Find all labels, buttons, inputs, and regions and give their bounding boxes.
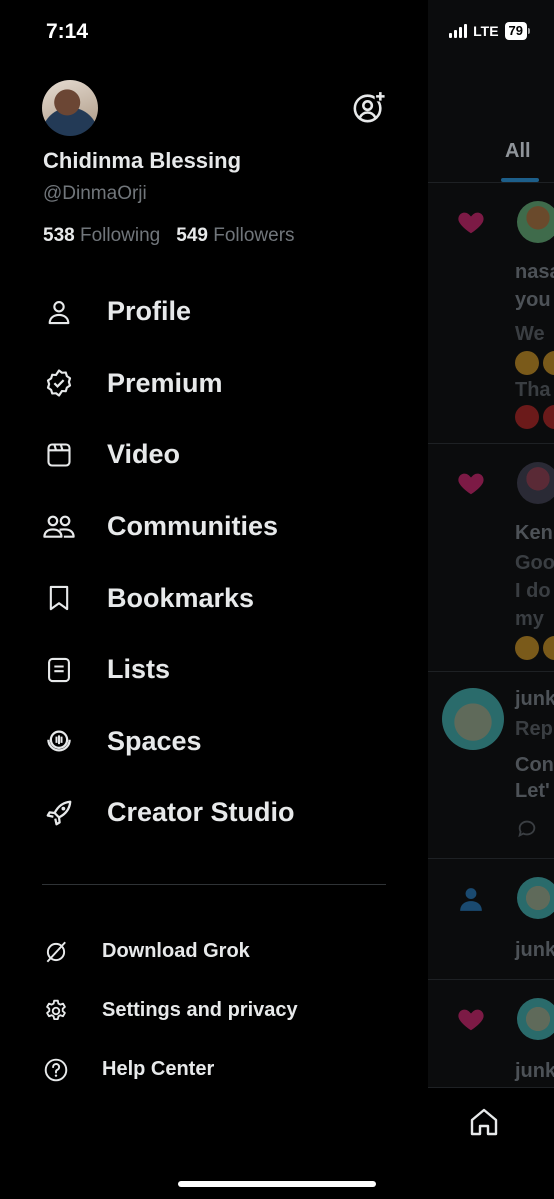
notification-item[interactable]: nasa you We Tha [428,183,554,444]
menu-label: Communities [107,511,279,542]
status-time: 7:14 [46,20,89,43]
following-link[interactable]: 538 Following [43,225,160,247]
avatar[interactable] [517,877,554,919]
avatar[interactable] [442,688,504,750]
profile-avatar[interactable] [42,80,98,136]
tweet-author: junk [515,1060,554,1082]
tweet-text: I do [515,580,551,602]
notification-item[interactable]: Ken Goo I do my [428,444,554,672]
spaces-icon [42,724,76,758]
home-indicator[interactable] [178,1181,376,1187]
background-timeline[interactable]: All nasa you We Tha Ken Goo I do my junk… [428,0,554,1199]
timeline-header [428,66,554,183]
tweet-author: Ken [515,522,553,544]
menu-item-premium[interactable]: Premium [0,348,428,420]
menu-item-profile[interactable]: Profile [0,276,428,348]
video-icon [42,438,76,472]
menu-label: Lists [107,654,171,685]
home-icon[interactable] [468,1106,500,1138]
menu-label: Help Center [102,1058,215,1080]
status-bar: 7:14 LTE 79 [0,0,554,66]
tweet-text: Con [515,754,554,776]
network-type: LTE [473,23,499,39]
heart-icon [458,473,484,495]
battery-level: 79 [504,22,527,40]
rocket-icon [42,796,76,830]
menu-divider [42,884,386,885]
avatar[interactable] [517,998,554,1040]
menu-item-download-grok[interactable]: Download Grok [0,922,428,981]
tweet-text: Rep [515,718,553,740]
gear-icon [42,997,70,1025]
secondary-menu: Download Grok Settings and privacy Help … [0,922,428,1099]
menu-item-lists[interactable]: Lists [0,634,428,706]
followers-link[interactable]: 549 Followers [176,225,294,247]
menu-item-communities[interactable]: Communities [0,491,428,563]
menu-item-creator-studio[interactable]: Creator Studio [0,777,428,849]
emoji-row [515,405,554,429]
menu-label: Download Grok [102,940,250,962]
tweet-text: We [515,323,545,345]
followers-label: Followers [213,225,295,246]
person-icon [460,888,482,911]
notification-item[interactable]: junk [428,980,554,1100]
menu-item-settings[interactable]: Settings and privacy [0,981,428,1040]
tab-all[interactable]: All [505,140,531,163]
display-name[interactable]: Chidinma Blessing [43,148,241,174]
signal-strength-icon [449,24,468,38]
communities-icon [42,510,76,544]
menu-item-bookmarks[interactable]: Bookmarks [0,562,428,634]
menu-item-help-center[interactable]: Help Center [0,1040,428,1099]
menu-item-video[interactable]: Video [0,419,428,491]
tweet-author: nasa [515,261,554,283]
menu-label: Creator Studio [107,797,295,828]
menu-label: Spaces [107,725,202,756]
avatar[interactable] [517,462,554,504]
tweet-text: Let' [515,780,550,802]
menu-label: Video [107,439,181,470]
verified-badge-icon [42,366,76,400]
avatar[interactable] [517,201,554,243]
tweet-item[interactable]: junk Rep Con Let' [428,672,554,859]
menu-label: Premium [107,367,223,398]
help-icon [42,1056,70,1084]
tweet-author: junk [515,688,554,710]
tab-active-indicator [501,178,539,182]
notification-item[interactable]: junk [428,859,554,980]
tweet-text: my [515,608,544,630]
follow-stats: 538 Following 549 Followers [43,225,295,247]
following-count: 538 [43,225,75,246]
following-label: Following [79,225,161,246]
list-icon [42,653,76,687]
tweet-text: Tha [515,379,551,401]
emoji-row [515,636,554,660]
status-indicators: LTE 79 [449,22,530,40]
person-icon [42,295,76,329]
add-account-icon[interactable] [352,90,386,124]
bottom-tab-bar [428,1087,554,1199]
side-drawer: Chidinma Blessing @DinmaOrji 538 Followi… [0,0,428,1199]
user-handle: @DinmaOrji [43,183,147,204]
grok-icon [42,938,70,966]
menu-label: Bookmarks [107,582,255,613]
followers-count: 549 [176,225,208,246]
bookmark-icon [42,581,76,615]
heart-icon [458,1009,484,1031]
menu-label: Settings and privacy [102,999,298,1021]
menu-item-spaces[interactable]: Spaces [0,706,428,778]
main-menu: Profile Premium Video Communities Bookma… [0,276,428,849]
tweet-text: you [515,289,551,311]
reply-icon[interactable] [516,818,538,840]
heart-icon [458,212,484,234]
emoji-row [515,351,554,375]
tweet-author: junk [515,939,554,961]
menu-label: Profile [107,296,192,327]
tweet-text: Goo [515,552,554,574]
battery-icon: 79 [504,22,530,40]
